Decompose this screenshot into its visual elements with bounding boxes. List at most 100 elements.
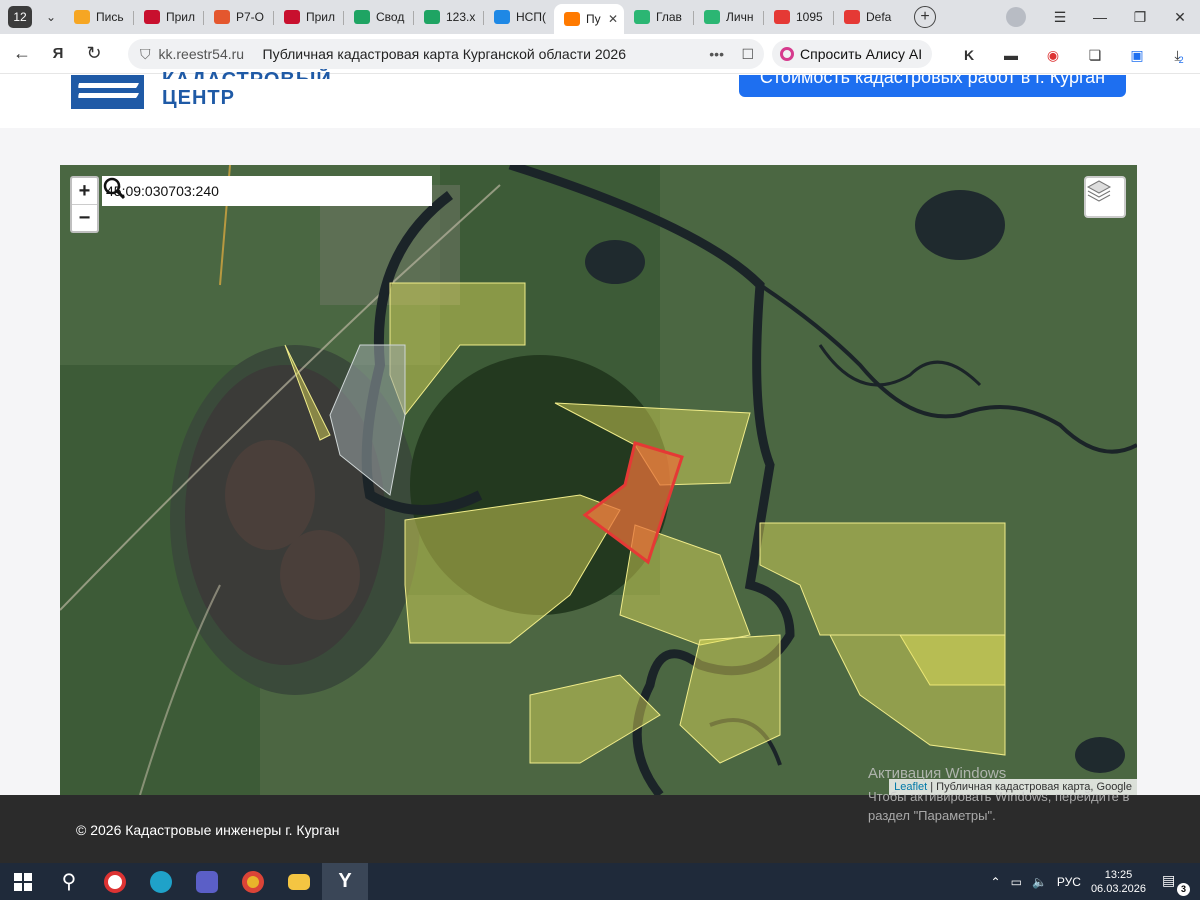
tab-label: Р7-О <box>236 10 265 24</box>
messenger-icon[interactable] <box>184 863 230 900</box>
cadastral-search <box>102 176 432 206</box>
tab-label: Пись <box>96 10 124 24</box>
notifications-icon[interactable]: ▤ 3 <box>1162 872 1190 896</box>
logo-text-bottom: ЦЕНТР <box>162 87 235 109</box>
logo-icon[interactable] <box>71 75 144 109</box>
layers-button[interactable] <box>1084 176 1126 218</box>
back-arrow-icon[interactable]: ← <box>8 43 36 64</box>
tab[interactable]: Личн <box>694 3 764 31</box>
tab-label: 123.x <box>446 10 476 24</box>
address-bar[interactable]: ⛉ kk.reestr54.ru Публичная кадастровая к… <box>128 39 764 69</box>
tab-favicon-icon <box>354 10 370 24</box>
zoom-control: + − <box>70 176 99 233</box>
tab[interactable]: Пись <box>64 3 134 31</box>
logo-text-top: КАДАСТРОВЫЙ <box>162 69 332 79</box>
tab-favicon-icon <box>634 10 650 24</box>
tab-favicon-icon <box>774 10 790 24</box>
zoom-out-button[interactable]: − <box>72 204 97 230</box>
network-icon[interactable]: ▭ <box>1011 875 1022 889</box>
restore-icon[interactable]: ❐ <box>1120 9 1160 26</box>
tab[interactable]: Глав <box>624 3 694 31</box>
tab[interactable]: Прил <box>274 3 344 31</box>
tab-label: Свод <box>376 10 405 24</box>
cadastral-map[interactable]: + − Leaflet | Публичная кадастровая карт… <box>60 165 1137 795</box>
tab-strip: 12 ⌄ Пись Прил Р7-О Прил Свод 123.x НСП(… <box>0 0 1200 34</box>
tab[interactable]: Свод <box>344 3 414 31</box>
downloads-badge: 2 <box>1178 55 1184 65</box>
cadastral-number-input[interactable] <box>102 177 392 205</box>
tab-favicon-icon <box>214 10 230 24</box>
profile-avatar[interactable] <box>1006 7 1026 27</box>
tab-label: Defa <box>866 10 892 24</box>
extension-k-icon[interactable]: K <box>958 44 980 66</box>
yandex-icon[interactable]: Я <box>44 45 72 62</box>
tab-active[interactable]: Пу ✕ <box>554 4 624 34</box>
tab-label: Глав <box>656 10 682 24</box>
windows-logo-icon <box>14 872 32 891</box>
extension-target-icon[interactable]: ◉ <box>1042 44 1064 66</box>
start-button[interactable] <box>0 863 46 900</box>
extension-puzzle-icon[interactable]: ❏ <box>1084 44 1106 66</box>
browser-toolbar: ← Я ↻ ⛉ kk.reestr54.ru Публичная кадастр… <box>0 34 1200 74</box>
tab[interactable]: Р7-О <box>204 3 274 31</box>
reload-icon[interactable]: ↻ <box>80 43 108 64</box>
tab-label: Прил <box>166 10 196 24</box>
tab-favicon-icon <box>564 12 580 26</box>
tab[interactable]: Defa <box>834 3 904 31</box>
ask-alice-button[interactable]: Спросить Алису AI <box>772 40 932 68</box>
page-title: Публичная кадастровая карта Курганской о… <box>262 46 626 62</box>
file-explorer-icon[interactable] <box>276 863 322 900</box>
notifications-badge: 3 <box>1177 882 1190 896</box>
edge-icon[interactable] <box>138 863 184 900</box>
alice-icon <box>780 47 794 61</box>
tab[interactable]: 1095 <box>764 3 834 31</box>
minimize-icon[interactable]: — <box>1080 9 1120 25</box>
clock-date: 06.03.2026 <box>1090 882 1146 895</box>
app-c-icon[interactable] <box>92 863 138 900</box>
zoom-in-button[interactable]: + <box>72 178 97 204</box>
tab-favicon-icon <box>74 10 90 24</box>
more-icon[interactable]: ••• <box>709 46 724 62</box>
taskbar: ⚲ Y ⌃ ▭ 🔈 РУС 13:25 06.03.2026 ▤ 3 <box>0 863 1200 900</box>
windows-activation-title: Активация Windows <box>868 765 1007 782</box>
satellite-imagery <box>60 165 1137 795</box>
extension-shield-icon[interactable]: ▣ <box>1126 44 1148 66</box>
search-taskbar-icon[interactable]: ⚲ <box>46 863 92 900</box>
chrome-icon[interactable] <box>230 863 276 900</box>
tab[interactable]: НСП( <box>484 3 554 31</box>
tab[interactable]: Прил <box>134 3 204 31</box>
cadastral-price-button[interactable]: Стоимость кадастровых работ в г. Курган <box>739 75 1126 97</box>
tab-label: Прил <box>306 10 336 24</box>
chevron-down-icon[interactable]: ⌄ <box>38 10 64 24</box>
close-window-icon[interactable]: ✕ <box>1160 9 1200 26</box>
tab-favicon-icon <box>284 10 300 24</box>
menu-icon[interactable]: ☰ <box>1040 9 1080 26</box>
system-tray: ⌃ ▭ 🔈 РУС 13:25 06.03.2026 ▤ 3 <box>991 863 1200 900</box>
search-icon[interactable] <box>102 176 126 200</box>
new-tab-button[interactable]: + <box>914 6 936 28</box>
layers-icon <box>1086 180 1112 202</box>
site-header: КАДАСТРОВЫЙ ЦЕНТР Стоимость кадастровых … <box>0 69 1200 128</box>
tab-label: НСП( <box>516 10 546 24</box>
yandex-browser-icon[interactable]: Y <box>322 863 368 900</box>
tab-favicon-icon <box>424 10 440 24</box>
shield-icon[interactable]: ⛉ <box>140 46 151 63</box>
url-domain: kk.reestr54.ru <box>158 46 245 62</box>
downloads-icon[interactable]: ⤓ 2 <box>1168 44 1190 66</box>
close-tab-icon[interactable]: ✕ <box>608 12 618 26</box>
tab-favicon-icon <box>704 10 720 24</box>
window-controls: ☰ — ❐ ✕ <box>1006 0 1200 34</box>
tab[interactable]: 123.x <box>414 3 484 31</box>
windows-activation-text: Чтобы активировать Windows, перейдите в … <box>868 789 1130 823</box>
volume-icon[interactable]: 🔈 <box>1032 875 1047 889</box>
alice-label: Спросить Алису AI <box>800 46 923 62</box>
tab-counter[interactable]: 12 <box>8 6 32 28</box>
footer-copyright: © 2026 Кадастровые инженеры г. Курган <box>76 822 340 838</box>
tab-favicon-icon <box>144 10 160 24</box>
chevron-up-icon[interactable]: ⌃ <box>991 875 1001 889</box>
language-indicator[interactable]: РУС <box>1057 875 1081 889</box>
tab-favicon-icon <box>844 10 860 24</box>
clock[interactable]: 13:25 06.03.2026 <box>1091 868 1146 896</box>
bookmark-icon[interactable]: ☐ <box>741 46 754 63</box>
extension-hat-icon[interactable]: ▬ <box>1000 44 1022 66</box>
